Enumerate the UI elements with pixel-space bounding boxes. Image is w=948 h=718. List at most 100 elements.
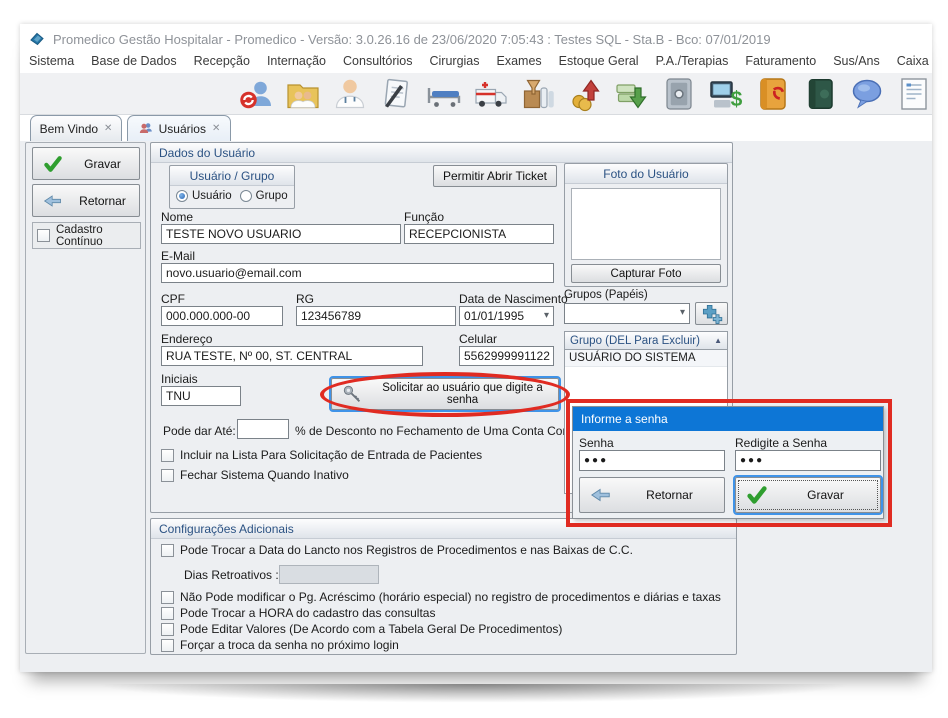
incluir-lista-label: Incluir na Lista Para Solicitação de Ent… (180, 448, 482, 462)
editar-valores-label: Pode Editar Valores (De Acordo com a Tab… (180, 622, 562, 636)
dialog-retornar-button[interactable]: Retornar (579, 477, 725, 513)
email-label: E-Mail (161, 249, 195, 263)
menu-pa-terapias[interactable]: P.A./Terapias (656, 54, 729, 73)
menu-caixa[interactable]: Caixa (897, 54, 929, 73)
percent-field[interactable] (237, 419, 289, 439)
menu-sistema[interactable]: Sistema (29, 54, 74, 73)
retornar-label: Retornar (72, 194, 139, 208)
menu-cirurgias[interactable]: Cirurgias (430, 54, 480, 73)
nascimento-field[interactable]: 01/01/1995 ▾ (459, 306, 554, 326)
tab-close-icon[interactable]: ✕ (104, 123, 112, 134)
celular-label: Celular (459, 332, 497, 346)
hospital-bed-icon[interactable] (426, 76, 462, 112)
nascimento-value: 01/01/1995 (464, 309, 524, 323)
retornar-button[interactable]: Retornar (32, 184, 140, 217)
radio-grupo[interactable] (240, 190, 252, 202)
trocar-data-lancto-label: Pode Trocar a Data do Lancto nos Registr… (180, 543, 633, 557)
stock-icon[interactable] (520, 76, 556, 112)
trocar-hora-checkbox[interactable] (161, 607, 174, 620)
funcao-field[interactable]: RECEPCIONISTA (404, 224, 554, 244)
solicitar-senha-button[interactable]: Solicitar ao usuário que digite a senha (331, 378, 559, 410)
ledger-book-icon[interactable] (802, 76, 838, 112)
svg-text:$: $ (731, 88, 743, 111)
nascimento-label: Data de Nascimento (459, 292, 568, 306)
grupo-grid-header[interactable]: Grupo (DEL Para Excluir) ▲ (564, 331, 728, 350)
radio-usuario[interactable] (176, 190, 188, 202)
radio-usuario-label: Usuário (192, 190, 232, 202)
senha-label: Senha (579, 436, 614, 450)
cadastro-continuo-checkbox[interactable] (37, 229, 50, 242)
capturar-foto-label: Capturar Foto (611, 268, 682, 280)
gravar-button[interactable]: Gravar (32, 147, 140, 180)
fechar-sistema-label: Fechar Sistema Quando Inativo (180, 468, 349, 482)
screenshot-page: Promedico Gestão Hospitalar - Promedico … (0, 0, 948, 718)
grupos-papeis-label: Grupos (Papéis) (564, 289, 648, 301)
ambulance-icon[interactable] (473, 76, 509, 112)
billing-icon[interactable]: $ (708, 76, 744, 112)
trocar-data-lancto-checkbox[interactable] (161, 544, 174, 557)
dropdown-icon[interactable]: ▾ (544, 310, 549, 321)
prescription-icon[interactable] (379, 76, 415, 112)
menu-base-de-dados[interactable]: Base de Dados (91, 54, 176, 73)
revenue-down-icon[interactable] (614, 76, 650, 112)
nao-modificar-acrescimo-checkbox[interactable] (161, 591, 174, 604)
pode-dar-ate-label: Pode dar Até: (163, 424, 236, 438)
fechar-sistema-checkbox[interactable] (161, 469, 174, 482)
funcao-value: RECEPCIONISTA (409, 227, 506, 241)
dias-retroativos-field[interactable] (279, 565, 379, 584)
celular-field[interactable]: 5562999991122 (459, 346, 554, 366)
menu-exames[interactable]: Exames (497, 54, 542, 73)
menu-internacao[interactable]: Internação (267, 54, 326, 73)
tab-close-icon[interactable]: ✕ (212, 123, 220, 134)
tab-bem-vindo[interactable]: Bem Vindo ✕ (30, 115, 122, 141)
cpf-field[interactable]: 000.000.000-00 (161, 306, 283, 326)
iniciais-value: TNU (166, 389, 191, 403)
grupo-list-item[interactable]: USUÁRIO DO SISTEMA (565, 350, 727, 367)
config-header: Configurações Adicionais (151, 519, 736, 539)
doctor-icon[interactable] (332, 76, 368, 112)
app-icon (29, 31, 45, 47)
toolbar: $ (20, 73, 932, 115)
report-icon[interactable] (896, 76, 932, 112)
cadastro-continuo-label: Cadastro Contínuo (56, 224, 140, 248)
email-field[interactable]: novo.usuario@email.com (161, 263, 554, 283)
forcar-troca-senha-checkbox[interactable] (161, 639, 174, 652)
nome-field[interactable]: TESTE NOVO USUARIO (161, 224, 401, 244)
foto-header: Foto do Usuário (565, 164, 727, 184)
editar-valores-checkbox[interactable] (161, 623, 174, 636)
add-grupo-button[interactable] (695, 302, 728, 325)
menu-recepcao[interactable]: Recepção (194, 54, 250, 73)
add-cross-icon (701, 303, 723, 325)
incluir-lista-checkbox[interactable] (161, 449, 174, 462)
senha-field[interactable]: ●●● (579, 450, 725, 471)
menu-bar: Sistema Base de Dados Recepção Internaçã… (20, 54, 932, 73)
menu-faturamento[interactable]: Faturamento (745, 54, 816, 73)
patients-folder-icon[interactable] (285, 76, 321, 112)
grupo-grid-header-label: Grupo (DEL Para Excluir) (570, 335, 700, 347)
iniciais-field[interactable]: TNU (161, 386, 241, 406)
sort-asc-icon[interactable]: ▲ (714, 336, 722, 345)
menu-sus-ans[interactable]: Sus/Ans (833, 54, 880, 73)
capturar-foto-button[interactable]: Capturar Foto (571, 264, 721, 283)
menu-estoque-geral[interactable]: Estoque Geral (559, 54, 639, 73)
users-sync-icon[interactable] (238, 76, 274, 112)
key-icon (342, 383, 364, 405)
safe-icon[interactable] (661, 76, 697, 112)
title-bar: Promedico Gestão Hospitalar - Promedico … (20, 24, 932, 54)
chat-icon[interactable] (849, 76, 885, 112)
endereco-field[interactable]: RUA TESTE, Nº 00, ST. CENTRAL (161, 346, 423, 366)
dialog-retornar-label: Retornar (621, 488, 724, 502)
check-icon (746, 484, 768, 506)
dropdown-icon[interactable]: ▾ (680, 307, 685, 318)
dialog-gravar-button[interactable]: Gravar (735, 477, 881, 513)
menu-consultorios[interactable]: Consultórios (343, 54, 412, 73)
tab-usuarios[interactable]: Usuários ✕ (127, 115, 231, 141)
phonebook-icon[interactable] (755, 76, 791, 112)
permitir-abrir-ticket-button[interactable]: Permitir Abrir Ticket (433, 165, 557, 187)
expenses-up-icon[interactable] (567, 76, 603, 112)
redigite-field[interactable]: ●●● (735, 450, 881, 471)
grupos-combo[interactable]: ▾ (564, 303, 690, 324)
cpf-label: CPF (161, 292, 185, 306)
chk3-row: Pode Trocar a HORA do cadastro das consu… (161, 606, 435, 620)
rg-field[interactable]: 123456789 (296, 306, 456, 326)
